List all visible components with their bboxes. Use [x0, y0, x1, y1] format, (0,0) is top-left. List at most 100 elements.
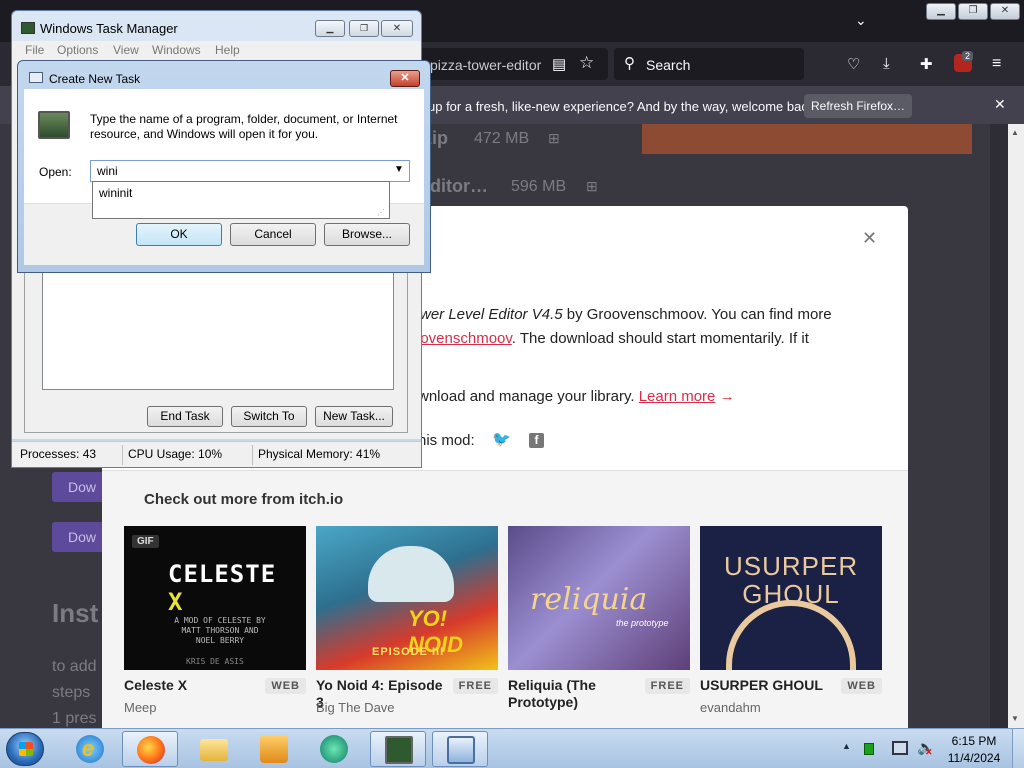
taskbar-edge[interactable] — [306, 731, 362, 767]
task-list[interactable] — [42, 272, 394, 390]
edge-icon — [320, 735, 348, 763]
notification-text: up for a fresh, like-new experience? And… — [428, 99, 818, 114]
hamburger-menu-icon[interactable]: ≡ — [992, 55, 1001, 73]
status-divider — [122, 445, 123, 465]
run-program-icon — [38, 111, 70, 139]
cpu-usage: CPU Usage: 10% — [128, 447, 223, 461]
game-title-italic: wer Level Editor V4.5 — [420, 306, 563, 323]
episode-text: EPISODE III — [372, 646, 445, 658]
open-input-value[interactable]: wini — [97, 164, 118, 178]
game-title[interactable]: Reliquia (The Prototype) — [508, 677, 646, 711]
open-combobox[interactable]: wini ▼ — [90, 160, 410, 182]
celeste-logo: CELESTE X — [168, 560, 306, 616]
extensions-icon[interactable]: ✚ — [920, 55, 933, 73]
page-scrollbar[interactable] — [1008, 124, 1024, 728]
url-text[interactable]: pizza-tower-editor — [430, 57, 541, 73]
game-thumbnail[interactable]: USURPER GHOUL — [700, 526, 882, 670]
maximize-button[interactable]: ❐ — [349, 20, 379, 37]
gif-badge: GIF — [132, 535, 159, 548]
tray-app-icon[interactable] — [864, 743, 874, 755]
show-desktop-button[interactable] — [1012, 729, 1024, 768]
game-thumbnail[interactable]: YO! NOID EPISODE III — [316, 526, 498, 670]
refresh-firefox-button[interactable]: Refresh Firefox… — [804, 94, 912, 118]
windows-icon: ⊞ — [548, 130, 560, 146]
twitter-icon[interactable]: 🐦 — [492, 430, 511, 448]
game-author[interactable]: evandahm — [700, 700, 761, 715]
game-author[interactable]: Meep — [124, 700, 157, 715]
learn-more-link[interactable]: Learn more — [639, 388, 716, 405]
dialog-description: Type the name of a program, folder, docu… — [90, 112, 398, 141]
reader-view-icon[interactable]: ▤ — [552, 55, 566, 73]
start-button[interactable] — [6, 732, 44, 766]
share-label: his mod: — [418, 432, 475, 449]
close-button[interactable]: ✕ — [390, 70, 420, 87]
game-title[interactable]: USURPER GHOUL — [700, 677, 838, 694]
taskbar-media-player[interactable] — [246, 731, 302, 767]
clock-time[interactable]: 6:15 PM — [946, 734, 1002, 748]
game-author[interactable]: Big The Dave — [316, 700, 395, 715]
ublock-badge-count: 2 — [962, 51, 974, 61]
game-title[interactable]: Celeste X — [124, 677, 262, 694]
platform-badge: WEB — [841, 678, 882, 694]
taskbar-internet-explorer[interactable]: e — [62, 731, 118, 767]
minimize-button[interactable]: ▁ — [926, 3, 956, 20]
menu-help[interactable]: Help — [215, 43, 240, 57]
task-manager-icon — [385, 736, 413, 764]
game-thumbnail[interactable]: reliquia the prototype — [508, 526, 690, 670]
taskbar-create-new-task[interactable] — [432, 731, 488, 767]
taskbar-task-manager[interactable] — [370, 731, 426, 767]
status-divider — [252, 445, 253, 465]
reliquia-logo: reliquia — [530, 582, 648, 617]
menu-windows[interactable]: Windows — [152, 43, 201, 57]
bookmark-star-icon[interactable]: ☆ — [579, 53, 594, 73]
download-button[interactable]: Dow — [52, 472, 104, 502]
menu-options[interactable]: Options — [57, 43, 98, 57]
open-label: Open: — [39, 165, 72, 179]
new-task-button[interactable]: New Task... — [315, 406, 393, 427]
download-button[interactable]: Dow — [52, 522, 104, 552]
minimize-button[interactable]: ▁ — [315, 20, 345, 37]
dropdown-arrow-icon[interactable]: ▼ — [394, 164, 404, 175]
platform-badge: WEB — [265, 678, 306, 694]
game-banner-image — [642, 124, 972, 154]
maximize-button[interactable]: ❐ — [958, 3, 988, 20]
author-link[interactable]: oovenschmoov — [412, 330, 512, 347]
end-task-button[interactable]: End Task — [147, 406, 223, 427]
process-count: Processes: 43 — [20, 447, 97, 461]
run-dialog-icon — [447, 736, 475, 764]
switch-to-button[interactable]: Switch To — [231, 406, 307, 427]
game-thumbnail[interactable]: GIF CELESTE X A MOD OF CELESTE BY MATT T… — [124, 526, 306, 670]
physical-memory: Physical Memory: 41% — [258, 447, 381, 461]
cancel-button[interactable]: Cancel — [230, 223, 316, 246]
list-all-tabs-icon[interactable]: ⌄ — [855, 12, 867, 29]
modal-close-icon[interactable]: ✕ — [862, 228, 877, 249]
reliquia-subtitle: the prototype — [616, 618, 669, 628]
menu-bar: File Options View Windows Help — [12, 41, 421, 61]
clock-date[interactable]: 11/4/2024 — [942, 751, 1006, 765]
resize-grip-icon[interactable]: ⋰ — [377, 208, 385, 217]
autocomplete-item[interactable]: wininit — [99, 186, 132, 200]
downloads-icon[interactable]: ⤓ — [883, 55, 890, 72]
facebook-icon[interactable]: f — [529, 433, 544, 448]
browse-button[interactable]: Browse... — [324, 223, 410, 246]
menu-view[interactable]: View — [113, 43, 139, 57]
scroll-up-arrow-icon[interactable]: ▲ — [1011, 128, 1019, 137]
ok-button[interactable]: OK — [136, 223, 222, 246]
network-icon[interactable] — [892, 741, 908, 755]
pocket-icon[interactable]: ♡ — [847, 55, 860, 73]
mute-icon: ✕ — [925, 747, 933, 757]
taskbar-firefox[interactable] — [122, 731, 178, 767]
taskbar-file-explorer[interactable] — [186, 731, 242, 767]
menu-file[interactable]: File — [25, 43, 44, 57]
ie-letter-icon: e — [82, 736, 95, 761]
media-player-icon — [260, 735, 288, 763]
modal-text-cont: wnload and manage your library. — [418, 388, 639, 405]
autocomplete-dropdown: wininit ⋰ — [92, 181, 390, 219]
close-button[interactable]: ✕ — [990, 3, 1020, 20]
arrow-icon[interactable]: → — [715, 388, 735, 405]
scroll-down-arrow-icon[interactable]: ▼ — [1011, 714, 1019, 723]
show-hidden-icons-icon[interactable]: ▲ — [842, 741, 851, 751]
close-button[interactable]: ✕ — [381, 20, 413, 37]
notification-close-icon[interactable]: ✕ — [994, 96, 1006, 113]
search-box[interactable]: ⚲ Search — [614, 48, 804, 80]
